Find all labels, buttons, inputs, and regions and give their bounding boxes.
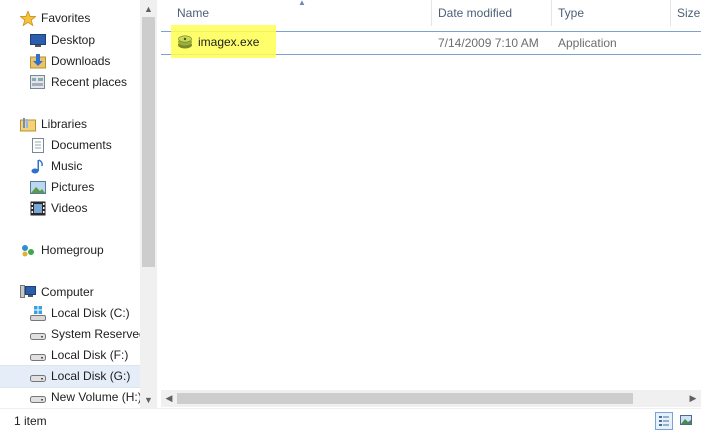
- nav-item-label: System Reserved: [51, 327, 140, 341]
- nav-scrollbar-thumb[interactable]: [142, 17, 155, 267]
- nav-item-label: Local Disk (G:): [51, 369, 131, 383]
- content-scrollbar-thumb[interactable]: [177, 393, 633, 404]
- drive-icon: [30, 369, 46, 384]
- file-name[interactable]: imagex.exe: [198, 32, 259, 52]
- drive-icon: [30, 327, 46, 342]
- music-icon: [30, 159, 46, 174]
- scroll-up-arrow-icon[interactable]: ▲: [140, 0, 157, 17]
- scroll-left-arrow-icon[interactable]: ◀: [161, 390, 177, 407]
- homegroup-icon: [20, 243, 36, 258]
- large-icons-view-icon: [680, 415, 692, 425]
- sort-ascending-icon: ▲: [298, 0, 306, 7]
- nav-item-label: Pictures: [51, 180, 95, 194]
- nav-libraries-label: Libraries: [41, 117, 88, 131]
- drive-icon: [30, 390, 46, 405]
- nav-item-label: Local Disk (C:): [51, 306, 130, 320]
- downloads-icon: [30, 54, 46, 69]
- column-divider[interactable]: [431, 0, 432, 26]
- nav-item-label: Recent places: [51, 75, 128, 89]
- nav-item-label: Local Disk (F:): [51, 348, 129, 362]
- nav-computer-label: Computer: [41, 285, 94, 299]
- item-count: 1 item: [14, 414, 47, 428]
- details-view-button[interactable]: [655, 412, 673, 430]
- nav-item-local-disk-g[interactable]: Local Disk (G:): [0, 365, 140, 388]
- libraries-icon: [20, 117, 36, 132]
- details-view-icon: [659, 416, 669, 426]
- column-header: ▲ Name Date modified Type Size: [161, 0, 701, 26]
- nav-item-label: Downloads: [51, 54, 111, 68]
- scroll-right-arrow-icon[interactable]: ▶: [685, 390, 701, 407]
- column-size[interactable]: Size: [677, 0, 700, 26]
- application-icon: [177, 34, 193, 50]
- nav-favorites-label: Favorites: [41, 11, 91, 25]
- nav-item-label: Music: [51, 159, 83, 173]
- scroll-down-arrow-icon[interactable]: ▼: [140, 391, 157, 408]
- large-icons-view-button[interactable]: [678, 412, 696, 430]
- column-date-modified[interactable]: Date modified: [438, 0, 512, 26]
- nav-item-label: Desktop: [51, 33, 96, 47]
- column-type[interactable]: Type: [558, 0, 584, 26]
- navigation-pane: Favorites Desktop Downloads Recent place…: [0, 0, 140, 408]
- nav-item-label: Documents: [51, 138, 112, 152]
- nav-homegroup-label: Homegroup: [41, 243, 104, 257]
- computer-icon: [20, 285, 36, 300]
- nav-item-label: New Volume (H:): [51, 390, 140, 404]
- videos-icon: [30, 201, 46, 216]
- windows-drive-icon: [30, 306, 46, 321]
- column-divider[interactable]: [551, 0, 552, 26]
- drive-icon: [30, 348, 46, 363]
- recent-places-icon: [30, 75, 46, 90]
- column-divider[interactable]: [670, 0, 671, 26]
- content-horizontal-scrollbar[interactable]: ◀ ▶: [161, 390, 701, 407]
- desktop-icon: [30, 33, 46, 48]
- file-type: Application: [558, 36, 617, 50]
- nav-item-label: Videos: [51, 201, 88, 215]
- nav-vertical-scrollbar[interactable]: ▲ ▼: [140, 0, 157, 408]
- file-date-modified: 7/14/2009 7:10 AM: [438, 36, 539, 50]
- pictures-icon: [30, 180, 46, 195]
- status-bar: 1 item: [0, 408, 701, 433]
- documents-icon: [30, 138, 46, 153]
- star-icon: [19, 9, 37, 27]
- column-name[interactable]: Name: [177, 0, 209, 26]
